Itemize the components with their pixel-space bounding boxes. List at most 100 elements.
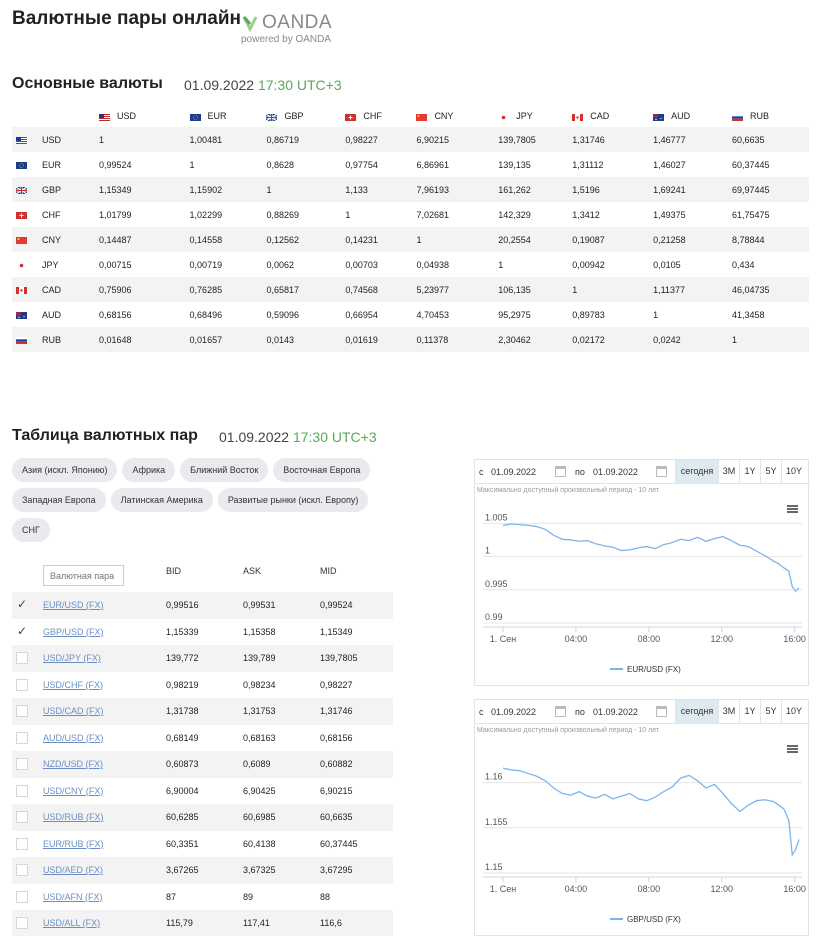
pair-bid: 0,60873 xyxy=(166,759,199,769)
pair-checkbox[interactable] xyxy=(16,917,28,929)
matrix-cell: 1 xyxy=(266,177,346,202)
range-button[interactable]: 5Y xyxy=(760,700,781,723)
x-tick-label: 12:00 xyxy=(710,634,733,644)
calendar-icon[interactable] xyxy=(656,706,667,717)
matrix-cell: 1,31746 xyxy=(572,127,654,152)
range-button[interactable]: 3M xyxy=(718,700,739,723)
pair-link[interactable]: USD/AFN (FX) xyxy=(43,892,103,902)
pair-checkbox[interactable] xyxy=(16,678,28,691)
flag-cny-icon xyxy=(16,236,27,244)
pair-link[interactable]: USD/RUB (FX) xyxy=(43,812,104,822)
pair-checkbox[interactable] xyxy=(16,811,28,823)
pair-filter-input[interactable] xyxy=(43,565,124,586)
matrix-row-aud: AUD 0,68156 0,68496 0,59096 0,66954 4,70453 95… xyxy=(12,302,809,327)
matrix-cell: 69,97445 xyxy=(731,177,809,202)
series-line[interactable] xyxy=(502,523,800,593)
calendar-icon[interactable] xyxy=(555,706,566,717)
pair-bid: 60,3351 xyxy=(166,838,199,849)
flag-chf-icon xyxy=(345,113,357,121)
matrix-cell: 0,76285 xyxy=(189,277,267,302)
region-chip[interactable]: Развитые рынки (искл. Европу) xyxy=(217,488,369,512)
pair-checkbox[interactable] xyxy=(16,864,28,876)
region-chip[interactable]: Ближний Восток xyxy=(180,458,269,482)
range-button[interactable]: 5Y xyxy=(760,460,781,483)
pair-link[interactable]: USD/CNY (FX) xyxy=(43,786,103,796)
pair-row: USD/CNY (FX) 6,90004 6,90425 6,90215 xyxy=(12,778,393,805)
series-line[interactable] xyxy=(502,767,800,857)
region-chip[interactable]: Латинская Америка xyxy=(110,488,213,512)
flag-aud-icon xyxy=(16,311,27,319)
matrix-cell: 0,0105 xyxy=(653,259,681,270)
range-button[interactable]: 3M xyxy=(718,460,739,483)
from-date-input[interactable]: 01.09.2022 xyxy=(491,467,536,477)
region-chip[interactable]: Африка xyxy=(122,458,176,482)
pair-link[interactable]: GBP/USD (FX) xyxy=(43,627,104,637)
pair-checkbox[interactable]: ✓ xyxy=(16,625,28,638)
matrix-row-head: GBP xyxy=(12,177,99,202)
pair-ask: 0,6089 xyxy=(243,759,271,769)
pair-checkbox[interactable] xyxy=(16,758,28,770)
to-label: по xyxy=(575,707,585,717)
pair-checkbox[interactable] xyxy=(16,652,28,664)
pair-checkbox[interactable] xyxy=(16,705,28,717)
matrix-cell: 8,78844 xyxy=(731,227,809,252)
pair-link[interactable]: AUD/USD (FX) xyxy=(43,733,104,743)
pair-checkbox[interactable] xyxy=(16,837,28,850)
region-chip[interactable]: Азия (искл. Японию) xyxy=(12,458,118,482)
matrix-row-usd: USD 1 1,00481 0,86719 0,98227 6,90215 139,7805… xyxy=(12,127,809,152)
matrix-cell: 1,15349 xyxy=(98,177,190,202)
matrix-cell: 1 xyxy=(416,227,499,252)
pair-link[interactable]: USD/CHF (FX) xyxy=(43,680,103,690)
region-chip[interactable]: Западная Европа xyxy=(12,488,106,512)
matrix-cell: 1 xyxy=(345,209,351,220)
to-date-input[interactable]: 01.09.2022 xyxy=(593,467,638,477)
pair-link[interactable]: EUR/RUB (FX) xyxy=(43,839,104,849)
pair-checkbox[interactable] xyxy=(16,784,28,797)
pair-link[interactable]: USD/CAD (FX) xyxy=(43,706,104,716)
matrix-cell: 1 xyxy=(653,309,659,320)
range-button[interactable]: 10Y xyxy=(781,460,806,483)
matrix-row-chf: CHF 1,01799 1,02299 0,88269 1 7,02681 142,329 1… xyxy=(12,202,809,227)
pair-link[interactable]: USD/ALL (FX) xyxy=(43,918,100,928)
y-tick-label: 1.16 xyxy=(485,772,503,782)
oanda-brand[interactable]: OANDA powered by OANDA xyxy=(241,12,332,45)
range-button[interactable]: сегодня xyxy=(675,700,718,723)
period-note: Максимально доступный произвольный перио… xyxy=(477,487,660,494)
x-tick-label: 1. Сен xyxy=(490,884,517,894)
flag-jpy-icon xyxy=(498,113,510,121)
pair-checkbox[interactable]: ✓ xyxy=(16,598,28,611)
pair-checkbox[interactable] xyxy=(16,890,28,903)
matrix-cell: 0,01657 xyxy=(189,327,267,352)
pair-bid: 115,79 xyxy=(166,918,193,928)
matrix-row-label: RUB xyxy=(42,334,62,345)
matrix-col-cny: CNY xyxy=(416,105,498,127)
pair-link[interactable]: EUR/USD (FX) xyxy=(43,600,104,610)
pair-checkbox[interactable] xyxy=(16,731,28,744)
calendar-icon[interactable] xyxy=(555,466,566,477)
pair-link[interactable]: USD/AED (FX) xyxy=(43,865,103,875)
legend-label[interactable]: EUR/USD (FX) xyxy=(627,665,681,674)
calendar-icon[interactable] xyxy=(656,466,667,477)
pair-ask: 0,68163 xyxy=(243,732,276,743)
matrix-cell: 0,14231 xyxy=(345,227,417,252)
oanda-brand-name: OANDA xyxy=(262,12,333,33)
flag-cad-icon xyxy=(572,113,584,121)
matrix-cell: 41,3458 xyxy=(731,309,765,320)
legend-label[interactable]: GBP/USD (FX) xyxy=(627,915,681,924)
pair-row: USD/AFN (FX) 87 89 88 xyxy=(12,884,393,911)
from-date-input[interactable]: 01.09.2022 xyxy=(491,707,536,717)
to-date-input[interactable]: 01.09.2022 xyxy=(593,707,638,717)
range-button[interactable]: сегодня xyxy=(675,460,718,483)
pair-mid: 116,6 xyxy=(320,918,342,928)
region-chip[interactable]: СНГ xyxy=(12,518,50,542)
range-button[interactable]: 1Y xyxy=(739,460,760,483)
pair-bid: 1,15339 xyxy=(166,626,199,637)
range-button[interactable]: 1Y xyxy=(739,700,760,723)
line-chart: 1.005 1 0.995 0.99 1. Сен 04:00 08:00 12:00 16:0… xyxy=(483,512,806,674)
pair-link[interactable]: NZD/USD (FX) xyxy=(43,759,103,769)
pair-link[interactable]: USD/JPY (FX) xyxy=(43,653,101,663)
pair-bid: 60,6285 xyxy=(166,812,199,822)
range-button[interactable]: 10Y xyxy=(781,700,806,723)
region-chip[interactable]: Восточная Европа xyxy=(273,458,371,482)
x-tick-label: 04:00 xyxy=(565,634,588,644)
